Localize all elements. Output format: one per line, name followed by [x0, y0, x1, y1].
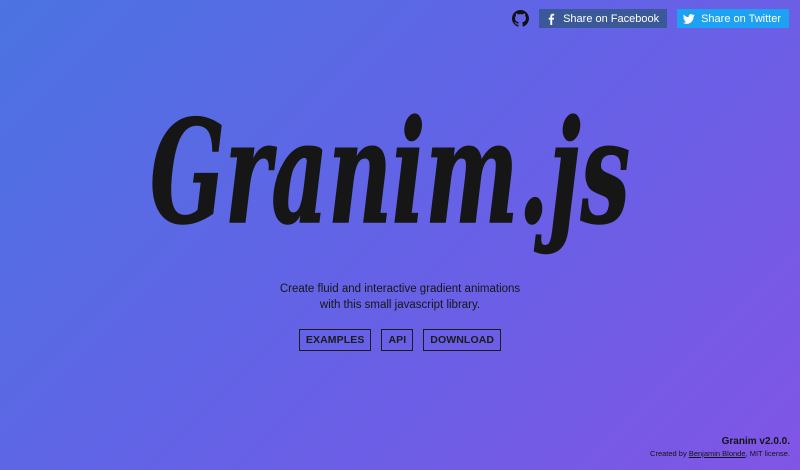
tagline: Create fluid and interactive gradient an…: [0, 281, 800, 313]
footer-credit-suffix: , MIT license.: [745, 449, 790, 458]
author-link[interactable]: Benjamin Blonde: [689, 449, 746, 458]
examples-button[interactable]: EXAMPLES: [298, 329, 372, 351]
download-button[interactable]: DOWNLOAD: [423, 329, 502, 351]
api-button[interactable]: API: [381, 329, 414, 351]
footer: Granim v2.0.0. Created by Benjamin Blond…: [650, 435, 790, 460]
tagline-line-2: with this small javascript library.: [319, 299, 481, 311]
tagline-line-1: Create fluid and interactive gradient an…: [279, 283, 521, 295]
footer-credit: Created by Benjamin Blonde, MIT license.: [650, 448, 790, 460]
footer-version: Granim v2.0.0.: [721, 436, 790, 447]
footer-credit-prefix: Created by: [650, 449, 689, 458]
main-nav: EXAMPLES API DOWNLOAD: [0, 329, 800, 351]
logo: Granim.js: [149, 89, 631, 257]
logo-text: Granim.js: [150, 90, 630, 256]
